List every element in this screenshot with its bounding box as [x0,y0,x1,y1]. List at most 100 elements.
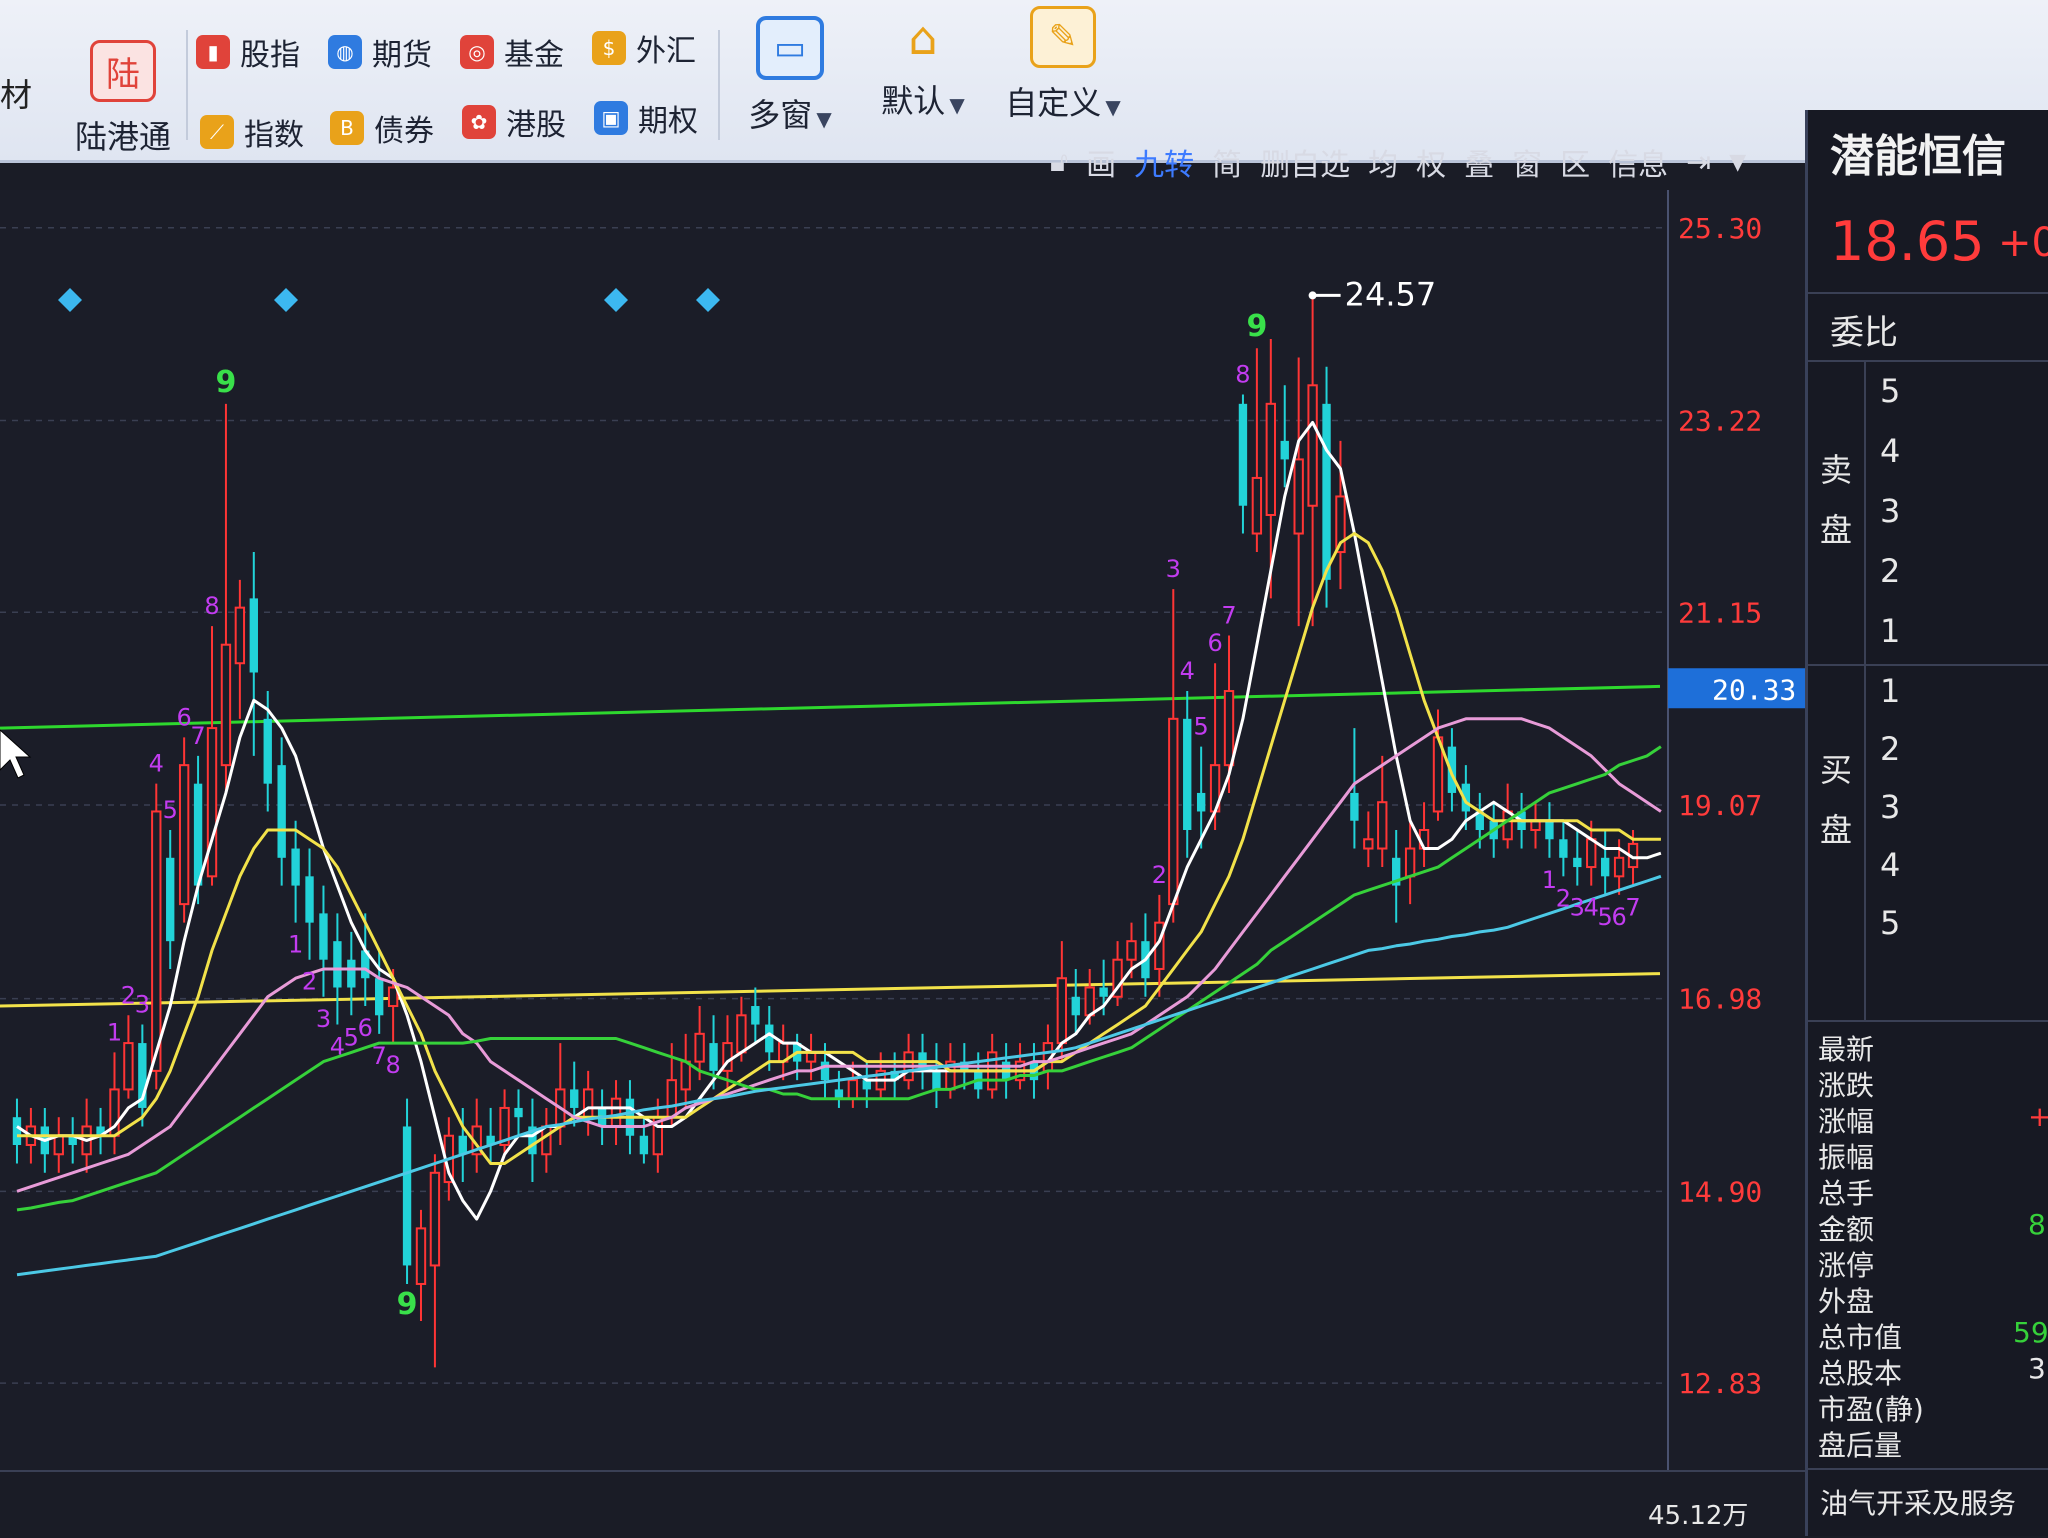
candle-body [847,1079,859,1100]
stock-name: 潜能恒信 [1830,131,2006,182]
nine-turn-mark: 1 [107,1018,122,1046]
kline-chart[interactable]: 123456789123456789234567891234567 25.302… [0,190,1805,1470]
price-axis-label: 25.30 [1678,212,1762,245]
stock-price: 18.65 [1830,210,1985,273]
market-label: 债券 [374,114,434,149]
average-tool[interactable]: 均 [1368,140,1398,184]
candle-body [12,1117,22,1145]
buy-level[interactable]: 2 [1880,730,1900,768]
hk-icon: ✿ [462,105,496,139]
candle-body [291,848,300,886]
sell-level[interactable]: 2 [1880,552,1900,590]
dollar-icon: $ [592,31,626,65]
stat-amount-value: 8 [2028,1208,2046,1241]
lugangtong-label: 陆港通 [74,118,171,156]
market-button-bonds[interactable]: B 债券 [330,106,434,150]
buy-level[interactable]: 1 [1880,672,1900,710]
unlock-icon[interactable]: 🔓︎ [1050,145,1068,179]
market-button-funds[interactable]: ◎ 基金 [460,30,564,74]
lugangtong-icon: 陆 [90,40,156,102]
dropdown-caret-icon[interactable]: ▼ [1105,95,1120,119]
candle-body [1502,810,1513,841]
dropdown-caret-icon[interactable]: ▼ [949,93,964,117]
nine-turn-mark: 4 [1180,657,1195,685]
candle-body [1573,857,1582,868]
custom-layout-icon: ✎ [1030,6,1096,68]
expand-panel-icon[interactable]: ⇥ [1686,145,1711,180]
candle-body [1251,476,1263,535]
candle-body [1265,402,1276,516]
candle-body [1322,403,1331,580]
nine-turn-tool[interactable]: 九转 [1134,140,1194,184]
remove-watchlist-tool[interactable]: 删自选 [1260,140,1350,184]
market-label: 外汇 [636,34,696,69]
overlay-tool[interactable]: 叠 [1464,140,1494,184]
stat-total-shares-value: 3 [2028,1352,2046,1385]
price-axis-label: 23.22 [1678,405,1762,438]
high-price-label: 24.57 [1345,275,1437,313]
buy-level[interactable]: 5 [1880,904,1900,942]
sell-side-label: 卖 盘 [1816,440,1856,560]
price-axis-label: 19.07 [1678,789,1762,822]
stat-latest: 最新 [1818,1033,1875,1066]
industry-label[interactable]: 油气开采及服务 [1820,1482,2016,1522]
sell-level[interactable]: 4 [1880,432,1900,470]
buy-side-label: 买 盘 [1816,740,1856,860]
draw-tool[interactable]: 画 [1086,140,1116,184]
market-button-futures[interactable]: ◍ 期货 [328,30,432,74]
buy-label-char: 买 [1819,751,1852,789]
line-chart-icon: ⟋ [200,115,234,149]
candle [402,1098,412,1284]
candle-body [1377,801,1388,850]
buy-level[interactable]: 3 [1880,788,1900,826]
volume-panel[interactable] [0,1470,1805,1538]
candle-body [53,1134,64,1156]
default-layout-button[interactable]: ⌂ 默认 ▼ [868,10,978,122]
candle-body [582,1088,594,1119]
market-button-forex[interactable]: $ 外汇 [592,26,696,70]
multi-window-button[interactable]: ▭ 多窗 ▼ [735,16,845,136]
nine-turn-mark: 7 [1221,601,1236,629]
stat-amount: 金额 [1818,1213,1875,1246]
range-tool[interactable]: 区 [1560,140,1590,184]
market-button-index[interactable]: ⟋ 指数 [200,110,304,154]
candle-body [1071,996,1080,1016]
candle-body [1280,440,1289,460]
bond-icon: B [330,111,364,145]
dropdown-caret-icon[interactable]: ▼ [816,107,831,131]
lugangtong-button[interactable]: 陆 陆港通 [68,40,178,158]
main-toolbar: 材 陆 陆港通 ▮ 股指 ◍ 期货 ◎ 基金 $ 外汇 ⟋ 指数 B 债券 ✿ … [0,0,2048,163]
sell-level[interactable]: 5 [1880,372,1900,410]
sell-level[interactable]: 3 [1880,492,1900,530]
stat-change-pct: 涨幅 [1818,1105,1875,1138]
simple-tool[interactable]: 简 [1212,140,1242,184]
info-tool[interactable]: 信息 [1608,140,1668,184]
rights-tool[interactable]: 权 [1416,140,1446,184]
candle-body [666,1079,677,1119]
nine-turn-mark: 9 [216,365,237,400]
candle-body [249,598,258,673]
market-button-options[interactable]: ▣ 期权 [594,96,698,140]
divider [1808,1468,2048,1470]
custom-layout-button[interactable]: ✎ 自定义 ▼ [998,6,1128,124]
candle-body [1099,987,1108,997]
chevron-down-icon[interactable]: ▼ [1729,150,1746,175]
nine-turn-mark: 9 [397,1287,418,1322]
sell-level[interactable]: 1 [1880,612,1900,650]
market-button-stock-index[interactable]: ▮ 股指 [196,30,300,74]
stat-limit-up: 涨停 [1818,1249,1875,1282]
toolbar-divider [718,30,720,140]
buy-level[interactable]: 4 [1880,846,1900,884]
candle-body [305,876,314,923]
nine-turn-mark: 8 [385,1051,400,1079]
market-label: 期权 [638,104,698,139]
market-button-hk-stocks[interactable]: ✿ 港股 [462,100,566,144]
candle-body [736,1014,747,1054]
candle-body [932,1070,941,1090]
window-tool[interactable]: 窗 [1512,140,1542,184]
tool-label: 自定义 [1005,84,1102,122]
quote-panel: 潜能恒信 18.65 +0. 委比 卖 盘 5 4 3 2 1 买 盘 1 2 … [1805,110,2048,1536]
toolbar-left-fragment[interactable]: 材 [0,70,32,116]
candle-body [234,606,246,665]
target-icon: ◎ [460,35,494,69]
